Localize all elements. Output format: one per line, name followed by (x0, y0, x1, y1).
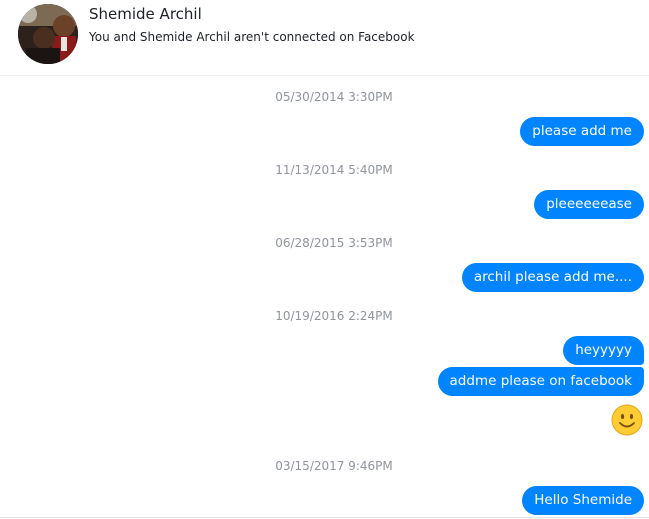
message-timestamp: 06/28/2015 3:53PM (275, 236, 393, 250)
connection-status: You and Shemide Archil aren't connected … (89, 30, 415, 44)
message-bubble[interactable]: Hello Shemide (522, 486, 644, 515)
message-bubble[interactable]: pleeeeeease (534, 190, 644, 219)
message-bubble[interactable]: archil please add me.... (461, 263, 644, 292)
contact-avatar[interactable] (18, 4, 78, 64)
conversation-header: Shemide Archil You and Shemide Archil ar… (0, 0, 649, 76)
smiley-emoji[interactable] (611, 404, 643, 436)
message-timestamp: 03/15/2017 9:46PM (275, 459, 393, 473)
message-bubble[interactable]: heyyyyy (563, 336, 644, 365)
messenger-conversation: Shemide Archil You and Shemide Archil ar… (0, 0, 649, 519)
contact-name[interactable]: Shemide Archil (89, 5, 202, 23)
profile-photo-icon (18, 4, 78, 64)
composer-divider (0, 517, 649, 518)
smiley-face-icon (611, 404, 643, 436)
message-timestamp: 05/30/2014 3:30PM (275, 90, 393, 104)
message-timestamp: 10/19/2016 2:24PM (275, 309, 393, 323)
message-bubble[interactable]: please add me (520, 117, 644, 146)
message-timestamp: 11/13/2014 5:40PM (275, 163, 393, 177)
message-bubble[interactable]: addme please on facebook (437, 367, 644, 396)
